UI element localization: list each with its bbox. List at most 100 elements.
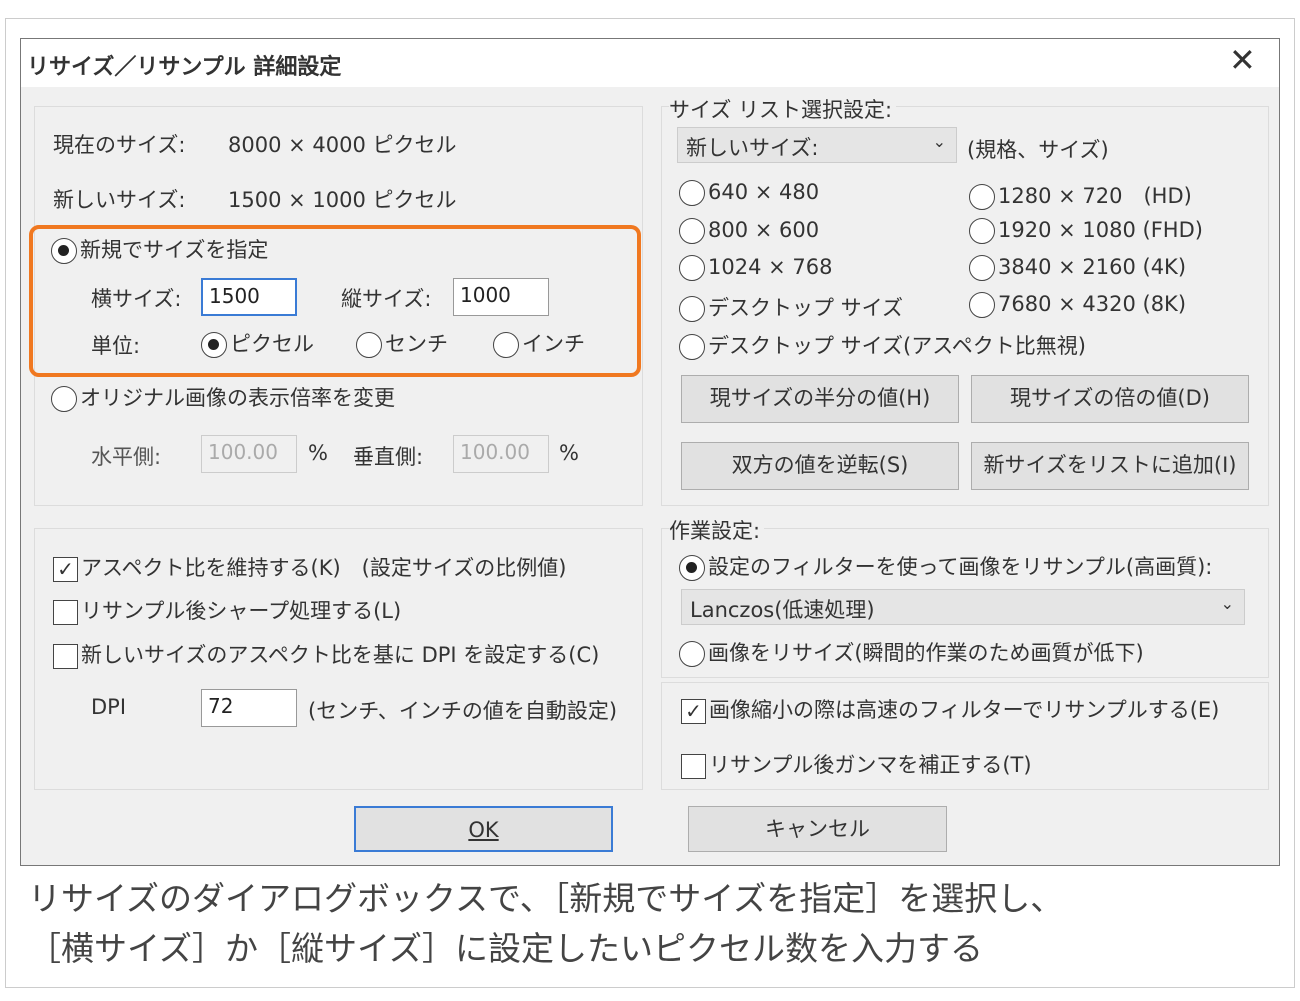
size-label: 3840 × 2160 (4K) <box>998 255 1187 279</box>
size-list-group-label: サイズ リスト選択設定: <box>669 94 897 124</box>
specify-size-radio[interactable]: 新規でサイズを指定 <box>51 234 268 264</box>
checkbox-icon <box>53 599 78 625</box>
new-size-label: 新しいサイズ: <box>53 188 186 212</box>
size-list-note: (規格、サイズ) <box>967 138 1109 162</box>
radio-icon <box>969 292 995 318</box>
vertical-label: 垂直側: <box>353 445 424 469</box>
size-label: 800 × 600 <box>708 218 820 242</box>
ok-button[interactable]: OK <box>354 806 613 852</box>
filter-resample-radio[interactable]: 設定のフィルターを使って画像をリサンプル(高画質): <box>679 551 1212 581</box>
size-radio-desktop[interactable]: デスクトップ サイズ <box>679 292 903 322</box>
size-label: 1024 × 768 <box>708 255 833 279</box>
specify-size-label: 新規でサイズを指定 <box>80 238 269 262</box>
radio-icon <box>201 332 227 358</box>
size-radio-4k[interactable]: 3840 × 2160 (4K) <box>969 255 1186 281</box>
scale-radio[interactable]: オリジナル画像の表示倍率を変更 <box>51 382 395 412</box>
filter-value: Lanczos(低速処理) <box>690 598 875 622</box>
resize-dialog: リサイズ／リサンプル 詳細設定 ✕ 現在のサイズ: 8000 × 4000 ピク… <box>20 38 1280 866</box>
dpi-aspect-checkbox[interactable]: 新しいサイズのアスペクト比を基に DPI を設定する(C) <box>53 639 599 669</box>
size-list-value: 新しいサイズ: <box>686 136 819 160</box>
unit-cm-label: センチ <box>385 332 448 356</box>
checkbox-icon <box>681 753 706 779</box>
scale-label: オリジナル画像の表示倍率を変更 <box>80 386 395 410</box>
size-radio-desktop-noaspect[interactable]: デスクトップ サイズ(アスペクト比無視) <box>679 330 1086 360</box>
radio-icon <box>679 296 705 322</box>
percent-label: % <box>559 441 579 465</box>
caption-line-2: ［横サイズ］か［縦サイズ］に設定したいピクセル数を入力する <box>28 929 984 968</box>
dpi-aspect-label: 新しいサイズのアスペクト比を基に DPI を設定する(C) <box>81 643 600 667</box>
cancel-button[interactable]: キャンセル <box>688 806 947 852</box>
unit-cm-radio[interactable]: センチ <box>356 328 448 358</box>
radio-icon <box>356 332 382 358</box>
size-label: デスクトップ サイズ <box>708 296 904 320</box>
half-size-button[interactable]: 現サイズの半分の値(H) <box>681 375 959 423</box>
size-radio-640[interactable]: 640 × 480 <box>679 180 819 206</box>
swap-values-button[interactable]: 双方の値を逆転(S) <box>681 442 959 490</box>
filter-resample-label: 設定のフィルターを使って画像をリサンプル(高画質): <box>708 555 1213 579</box>
unit-inch-label: インチ <box>522 332 585 356</box>
new-size-value: 1500 × 1000 ピクセル <box>228 188 457 212</box>
sharpen-checkbox[interactable]: リサンプル後シャープ処理する(L) <box>53 595 401 625</box>
size-radio-8k[interactable]: 7680 × 4320 (8K) <box>969 292 1186 318</box>
unit-pixel-label: ピクセル <box>230 332 314 356</box>
double-size-button[interactable]: 現サイズの倍の値(D) <box>971 375 1249 423</box>
check-icon: ✓ <box>681 698 706 724</box>
fast-filter-label: 画像縮小の際は高速のフィルターでリサンプルする(E) <box>709 698 1220 722</box>
unit-label: 単位: <box>91 334 141 358</box>
caption-line-1: リサイズのダイアログボックスで、［新規でサイズを指定］を選択し、 <box>28 879 1064 918</box>
radio-icon <box>679 555 705 581</box>
radio-icon <box>679 218 705 244</box>
size-label: 1920 × 1080 (FHD) <box>998 218 1203 242</box>
title-bar: リサイズ／リサンプル 詳細設定 ✕ <box>21 39 1279 87</box>
current-size-label: 現在のサイズ: <box>53 133 186 157</box>
work-settings-label: 作業設定: <box>669 515 765 545</box>
radio-icon <box>679 641 705 667</box>
fast-filter-checkbox[interactable]: ✓ 画像縮小の際は高速のフィルターでリサンプルする(E) <box>681 694 1219 724</box>
size-radio-fhd[interactable]: 1920 × 1080 (FHD) <box>969 218 1203 244</box>
close-icon[interactable]: ✕ <box>1229 41 1256 79</box>
size-radio-800[interactable]: 800 × 600 <box>679 218 819 244</box>
horizontal-scale-input[interactable]: 100.00 <box>201 435 297 473</box>
radio-icon <box>969 218 995 244</box>
radio-icon <box>969 184 995 210</box>
size-label: 640 × 480 <box>708 180 820 204</box>
size-radio-1024[interactable]: 1024 × 768 <box>679 255 832 281</box>
radio-icon <box>679 180 705 206</box>
radio-icon <box>51 238 77 264</box>
resize-radio[interactable]: 画像をリサイズ(瞬間的作業のため画質が低下) <box>679 637 1144 667</box>
width-input[interactable]: 1500 <box>201 278 297 316</box>
keep-aspect-label: アスペクト比を維持する(K) (設定サイズの比例値) <box>81 556 567 580</box>
resize-label: 画像をリサイズ(瞬間的作業のため画質が低下) <box>708 641 1144 665</box>
gamma-label: リサンプル後ガンマを補正する(T) <box>709 753 1032 777</box>
add-to-list-button[interactable]: 新サイズをリストに追加(I) <box>971 442 1249 490</box>
height-input[interactable]: 1000 <box>453 278 549 316</box>
size-list-select[interactable]: 新しいサイズ: ⌄ <box>677 127 957 163</box>
keep-aspect-checkbox[interactable]: ✓ アスペクト比を維持する(K) (設定サイズの比例値) <box>53 552 566 582</box>
filter-select[interactable]: Lanczos(低速処理) ⌄ <box>681 589 1245 625</box>
radio-icon <box>493 332 519 358</box>
check-icon: ✓ <box>53 556 78 582</box>
radio-icon <box>679 255 705 281</box>
size-label: 7680 × 4320 (8K) <box>998 292 1187 316</box>
size-label: 1280 × 720 (HD) <box>998 184 1192 208</box>
radio-icon <box>51 386 77 412</box>
radio-icon <box>679 334 705 360</box>
height-label: 縦サイズ: <box>341 287 432 311</box>
dpi-note: (センチ、インチの値を自動設定) <box>308 699 618 723</box>
vertical-scale-input[interactable]: 100.00 <box>453 435 549 473</box>
checkbox-icon <box>53 643 78 669</box>
horizontal-label: 水平側: <box>91 445 162 469</box>
gamma-checkbox[interactable]: リサンプル後ガンマを補正する(T) <box>681 749 1032 779</box>
percent-label: % <box>308 441 328 465</box>
dialog-title: リサイズ／リサンプル 詳細設定 <box>27 55 342 80</box>
dpi-label: DPI <box>91 695 127 719</box>
dpi-input[interactable]: 72 <box>201 689 297 727</box>
radio-icon <box>969 255 995 281</box>
chevron-down-icon: ⌄ <box>1220 594 1234 613</box>
size-label: デスクトップ サイズ(アスペクト比無視) <box>708 334 1086 358</box>
unit-pixel-radio[interactable]: ピクセル <box>201 328 314 358</box>
unit-inch-radio[interactable]: インチ <box>493 328 585 358</box>
size-radio-hd[interactable]: 1280 × 720 (HD) <box>969 180 1192 210</box>
chevron-down-icon: ⌄ <box>932 132 946 151</box>
current-size-value: 8000 × 4000 ピクセル <box>228 133 457 157</box>
